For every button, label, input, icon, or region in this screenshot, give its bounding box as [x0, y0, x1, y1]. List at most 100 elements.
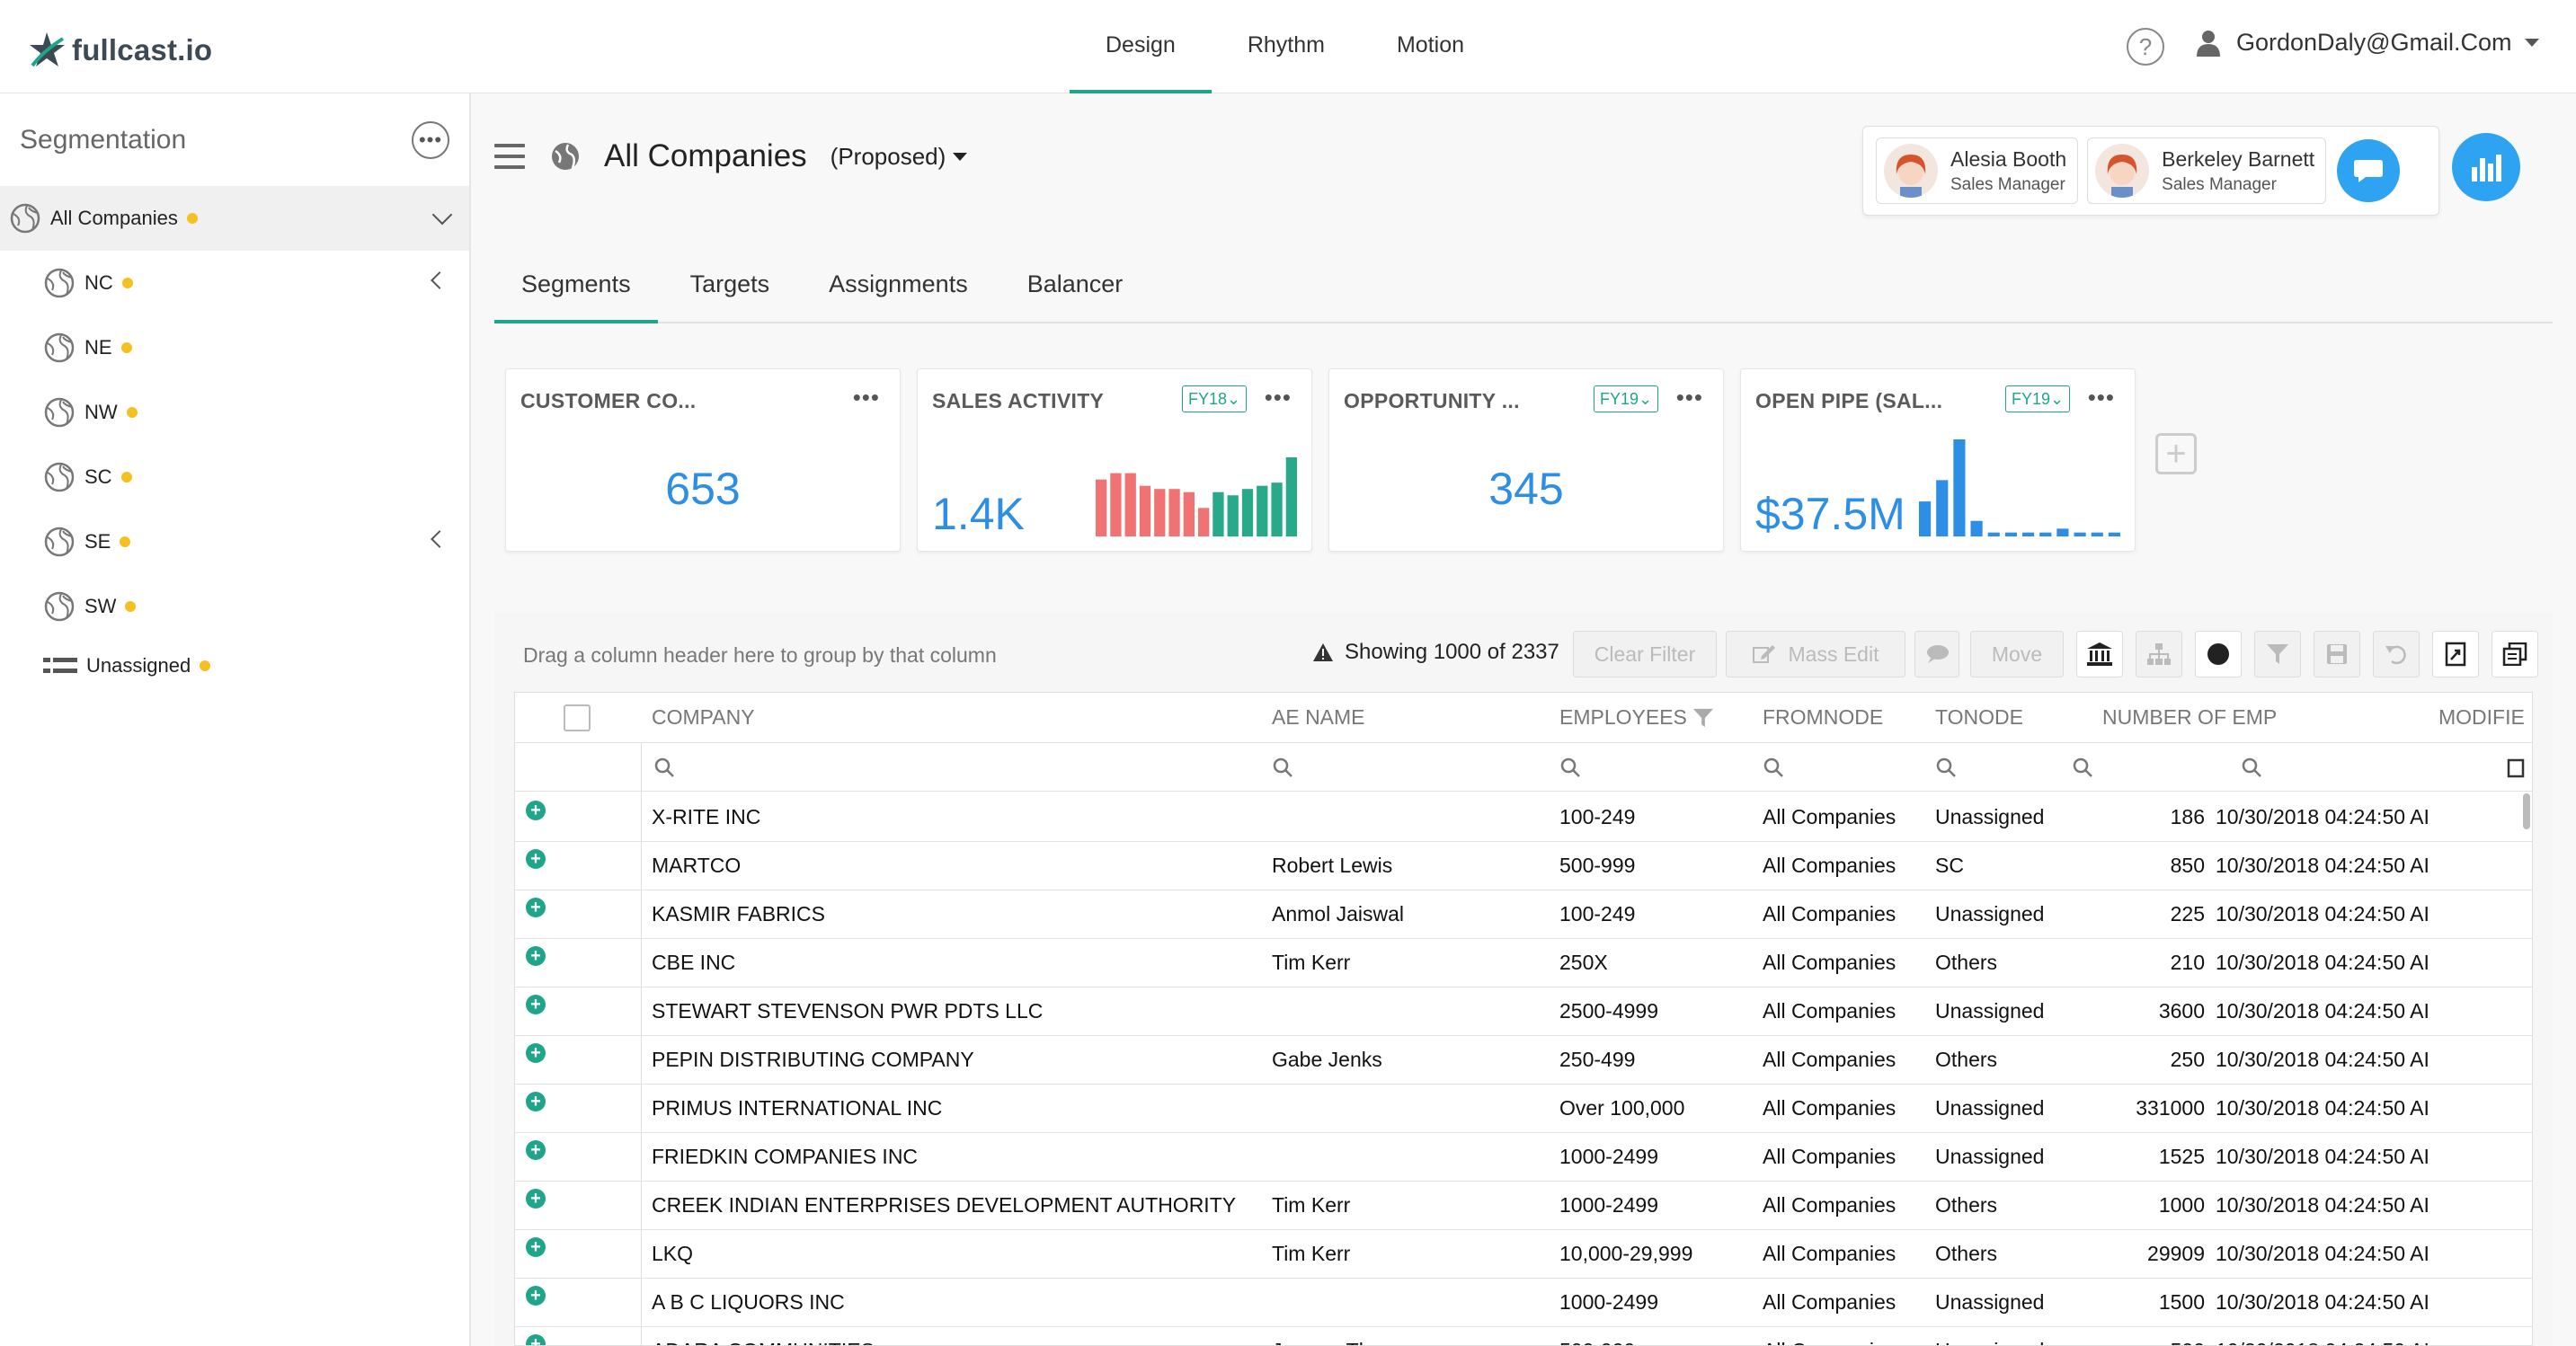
fiscal-year-selector[interactable]: FY18 ⌄ — [1182, 385, 1248, 412]
team-member[interactable]: Alesia Booth Sales Manager — [1876, 137, 2079, 204]
add-card-button[interactable]: + — [2155, 433, 2197, 474]
table-row[interactable]: + STEWART STEVENSON PWR PDTS LLC 2500-4999… — [515, 987, 2532, 1036]
add-row-icon[interactable]: + — [526, 849, 546, 869]
add-row-icon[interactable]: + — [526, 1286, 546, 1306]
undo-button[interactable] — [2373, 631, 2420, 677]
column-header-modified[interactable]: MODIFIE — [2438, 693, 2525, 742]
export-button[interactable] — [2432, 631, 2479, 677]
column-header-tonode[interactable]: TONODE — [1935, 693, 2023, 742]
chevron-left-icon[interactable] — [431, 271, 449, 289]
tree-item-nc[interactable]: NC — [0, 251, 469, 315]
table-row[interactable]: + A B C LIQUORS INC 1000-2499 All Companies… — [515, 1279, 2532, 1327]
help-icon[interactable]: ? — [2127, 28, 2164, 66]
add-row-icon[interactable]: + — [526, 946, 546, 966]
more-options-icon[interactable]: ••• — [2088, 385, 2115, 409]
table-row[interactable]: + X-RITE INC 100-249 All Companies Unassigne… — [515, 793, 2532, 842]
column-header-employees[interactable]: EMPLOYEES — [1559, 693, 1714, 742]
menu-icon[interactable] — [494, 144, 525, 169]
comment-button[interactable] — [1914, 631, 1959, 677]
tree-item-all-companies[interactable]: All Companies — [0, 186, 469, 251]
tree-item-se[interactable]: SE — [0, 509, 469, 574]
analytics-button[interactable] — [2452, 133, 2520, 201]
proposal-state-dropdown[interactable]: (Proposed) — [831, 143, 968, 171]
save-icon — [2327, 644, 2347, 664]
nav-design[interactable]: Design — [1070, 0, 1212, 93]
filter-button[interactable] — [2254, 631, 2301, 677]
metric-card-opportunity[interactable]: OPPORTUNITY ... FY19 ⌄ ••• 345 — [1328, 368, 1724, 552]
tree-item-unassigned[interactable]: Unassigned — [0, 639, 469, 693]
column-header-ae-name[interactable]: AE NAME — [1272, 693, 1365, 742]
chevron-down-icon[interactable] — [431, 204, 453, 226]
metric-card-customer-count[interactable]: CUSTOMER CO... ••• 653 — [505, 368, 901, 552]
tree-item-sw[interactable]: SW — [0, 574, 469, 639]
employees-cell: 500-999 — [1559, 1327, 1635, 1345]
select-all-checkbox[interactable] — [564, 704, 591, 731]
column-header-label: EMPLOYEES — [1559, 705, 1687, 729]
column-header-company[interactable]: COMPANY — [652, 693, 755, 742]
search-icon[interactable] — [1559, 757, 1581, 778]
user-menu[interactable]: GordonDaly@Gmail.Com — [2197, 29, 2539, 57]
more-options-icon[interactable]: ••• — [853, 385, 880, 409]
table-row[interactable]: + LKQ Tim Kerr 10,000-29,999 All Companies Ot… — [515, 1230, 2532, 1279]
calendar-icon[interactable] — [2505, 757, 2527, 778]
search-icon[interactable] — [1272, 757, 1293, 778]
metric-card-open-pipe[interactable]: OPEN PIPE (SAL... FY19 ⌄ ••• $37.5M — [1740, 368, 2136, 552]
add-row-icon[interactable]: + — [526, 1092, 546, 1111]
search-icon[interactable] — [1763, 757, 1784, 778]
columns-button[interactable] — [2492, 631, 2538, 677]
more-options-icon[interactable]: ••• — [412, 120, 449, 159]
table-row[interactable]: + CREEK INDIAN ENTERPRISES DEVELOPMENT AU… — [515, 1182, 2532, 1230]
chart-bar — [1154, 489, 1166, 536]
search-icon[interactable] — [2072, 757, 2093, 778]
vertical-scrollbar[interactable] — [2523, 793, 2530, 829]
chevron-left-icon[interactable] — [431, 530, 449, 548]
search-icon[interactable] — [2241, 757, 2262, 778]
team-member[interactable]: Berkeley Barnett Sales Manager — [2087, 137, 2327, 204]
bank-button[interactable] — [2076, 631, 2123, 677]
add-row-icon[interactable]: + — [526, 1043, 546, 1063]
add-row-icon[interactable]: + — [526, 1189, 546, 1209]
search-icon[interactable] — [1935, 757, 1957, 778]
logo[interactable]: fullcast.io — [27, 25, 212, 75]
nav-rhythm[interactable]: Rhythm — [1212, 0, 1361, 93]
table-row[interactable]: + PRIMUS INTERNATIONAL INC Over 100,000 All… — [515, 1085, 2532, 1133]
record-button[interactable] — [2195, 631, 2242, 677]
tab-segments[interactable]: Segments — [494, 248, 658, 323]
mass-edit-button[interactable]: Mass Edit — [1726, 631, 1905, 677]
tab-assignments[interactable]: Assignments — [802, 248, 995, 323]
tree-item-nw[interactable]: NW — [0, 380, 469, 445]
metric-card-sales-activity[interactable]: SALES ACTIVITY FY18 ⌄ ••• 1.4K — [917, 368, 1312, 552]
more-options-icon[interactable]: ••• — [1676, 385, 1703, 409]
column-header-number-of-emp[interactable]: NUMBER OF EMP — [2102, 693, 2277, 742]
add-row-icon[interactable]: + — [526, 1237, 546, 1257]
table-row[interactable]: + PEPIN DISTRIBUTING COMPANY Gabe Jenks 250… — [515, 1036, 2532, 1085]
clear-filter-button[interactable]: Clear Filter — [1573, 631, 1717, 677]
add-row-icon[interactable]: + — [526, 1140, 546, 1160]
tree-item-ne[interactable]: NE — [0, 315, 469, 380]
more-options-icon[interactable]: ••• — [1265, 385, 1292, 409]
tab-balancer[interactable]: Balancer — [1000, 248, 1150, 323]
fiscal-year-selector[interactable]: FY19 ⌄ — [2005, 385, 2071, 412]
table-row[interactable]: + CBE INC Tim Kerr 250X All Companies Others 2… — [515, 939, 2532, 987]
table-row[interactable]: + MARTCO Robert Lewis 500-999 All Companies S… — [515, 842, 2532, 890]
table-row[interactable]: + FRIEDKIN COMPANIES INC 1000-2499 All Comp… — [515, 1133, 2532, 1182]
add-row-icon[interactable]: + — [526, 801, 546, 820]
tab-targets[interactable]: Targets — [663, 248, 797, 323]
add-row-icon[interactable]: + — [526, 1334, 546, 1345]
column-header-fromnode[interactable]: FROMNODE — [1763, 693, 1883, 742]
table-row[interactable]: + ADARA COMMUNITIES Jerome Thomas 500-999 Al… — [515, 1327, 2532, 1345]
fiscal-year-selector[interactable]: FY19 ⌄ — [1594, 385, 1659, 412]
save-button[interactable] — [2314, 631, 2360, 677]
nav-motion[interactable]: Motion — [1361, 0, 1500, 93]
table-row[interactable]: + KASMIR FABRICS Anmol Jaiswal 100-249 All C… — [515, 890, 2532, 939]
group-by-hint[interactable]: Drag a column header here to group by th… — [523, 643, 997, 668]
add-row-icon[interactable]: + — [526, 898, 546, 917]
search-icon[interactable] — [653, 757, 675, 778]
add-row-icon[interactable]: + — [526, 995, 546, 1014]
filter-icon[interactable] — [1692, 707, 1714, 729]
move-button[interactable]: Move — [1970, 631, 2064, 677]
tree-item-sc[interactable]: SC — [0, 445, 469, 509]
chat-button[interactable] — [2337, 139, 2401, 202]
hierarchy-button[interactable] — [2136, 631, 2182, 677]
number-of-emp-cell: 186 — [2170, 805, 2205, 828]
